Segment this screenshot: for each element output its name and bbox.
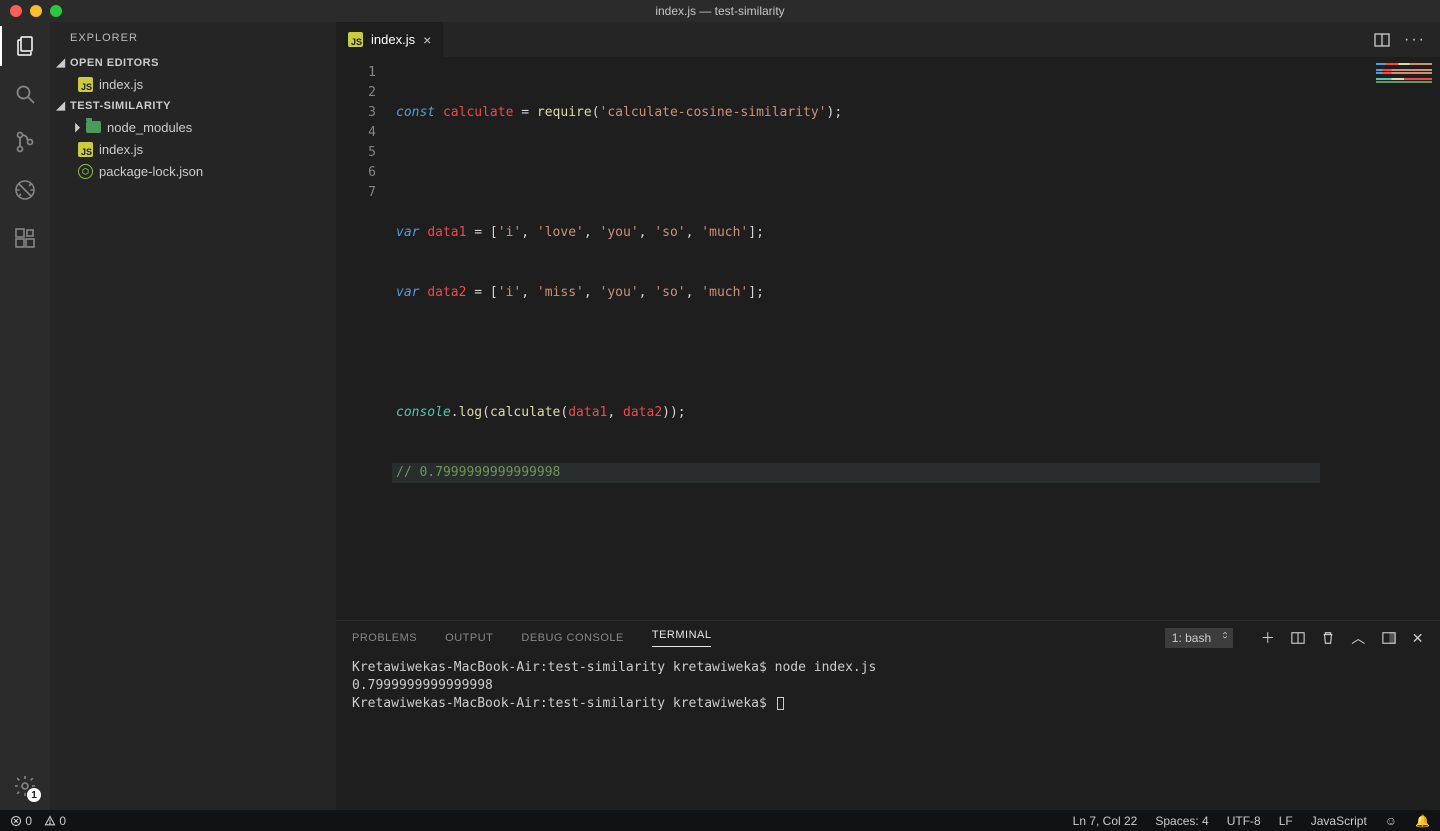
file-label: package-lock.json <box>99 164 203 179</box>
status-eol[interactable]: LF <box>1279 814 1293 828</box>
tab-output[interactable]: OUTPUT <box>445 632 493 644</box>
tree-item-file[interactable]: JS index.js <box>50 138 336 160</box>
kill-terminal-icon[interactable] <box>1321 631 1335 645</box>
file-label: index.js <box>99 77 143 92</box>
sidebar-title: EXPLORER <box>50 22 336 54</box>
tab-debug-console[interactable]: DEBUG CONSOLE <box>521 632 623 644</box>
close-window-icon[interactable] <box>10 5 22 17</box>
chevron-down-icon: ◢ <box>56 56 66 69</box>
notifications-icon[interactable]: 🔔 <box>1415 814 1430 828</box>
js-file-icon: JS <box>78 142 93 157</box>
js-file-icon: JS <box>348 32 363 47</box>
open-editors-label: OPEN EDITORS <box>70 57 159 69</box>
minimap[interactable] <box>1320 57 1440 620</box>
tab-index-js[interactable]: JS index.js × <box>336 22 444 57</box>
tab-problems[interactable]: PROBLEMS <box>352 632 417 644</box>
close-tab-icon[interactable]: × <box>423 32 431 48</box>
split-editor-icon[interactable] <box>1374 32 1390 48</box>
status-language[interactable]: JavaScript <box>1311 814 1367 828</box>
tab-terminal[interactable]: TERMINAL <box>652 629 712 647</box>
settings-gear-icon[interactable]: 1 <box>11 772 39 800</box>
minimize-window-icon[interactable] <box>30 5 42 17</box>
search-icon[interactable] <box>11 80 39 108</box>
file-label: index.js <box>99 142 143 157</box>
activity-bar: 1 <box>0 22 50 810</box>
chevron-down-icon: ◢ <box>56 99 66 112</box>
status-warnings[interactable]: 0 <box>44 814 66 828</box>
extensions-icon[interactable] <box>11 224 39 252</box>
tab-label: index.js <box>371 32 415 47</box>
open-editors-header[interactable]: ◢ OPEN EDITORS <box>50 54 336 71</box>
sidebar: EXPLORER ◢ OPEN EDITORS JS index.js ◢ TE… <box>50 22 336 810</box>
new-terminal-icon[interactable]: ＋ <box>1261 628 1276 648</box>
titlebar: index.js — test-similarity <box>0 0 1440 22</box>
bottom-panel: PROBLEMS OUTPUT DEBUG CONSOLE TERMINAL 1… <box>336 620 1440 810</box>
status-errors[interactable]: 0 <box>10 814 32 828</box>
explorer-icon[interactable] <box>11 32 39 60</box>
status-indent[interactable]: Spaces: 4 <box>1155 814 1208 828</box>
debug-icon[interactable] <box>11 176 39 204</box>
status-encoding[interactable]: UTF-8 <box>1227 814 1261 828</box>
move-panel-icon[interactable] <box>1382 631 1396 645</box>
js-file-icon: JS <box>78 77 93 92</box>
status-cursor-pos[interactable]: Ln 7, Col 22 <box>1073 814 1138 828</box>
folder-label: TEST-SIMILARITY <box>70 100 171 112</box>
window-title: index.js — test-similarity <box>0 4 1440 18</box>
file-label: node_modules <box>107 120 192 135</box>
maximize-panel-icon[interactable]: ︿ <box>1351 628 1366 648</box>
split-terminal-icon[interactable] <box>1291 631 1305 645</box>
editor-tabs: JS index.js × ··· <box>336 22 1440 57</box>
source-control-icon[interactable] <box>11 128 39 156</box>
folder-icon <box>86 121 101 133</box>
traffic-lights <box>0 5 62 17</box>
feedback-icon[interactable]: ☺ <box>1385 814 1397 828</box>
terminal[interactable]: Kretawiwekas-MacBook-Air:test-similarity… <box>336 655 1440 810</box>
close-panel-icon[interactable]: ✕ <box>1412 630 1424 647</box>
chevron-right-icon: ◢ <box>68 120 83 135</box>
terminal-select[interactable]: 1: bash <box>1165 628 1233 648</box>
settings-badge: 1 <box>27 788 41 802</box>
folder-header[interactable]: ◢ TEST-SIMILARITY <box>50 97 336 114</box>
code-area[interactable]: const calculate = require('calculate-cos… <box>392 57 1320 620</box>
tree-item-folder[interactable]: ◢ node_modules <box>50 116 336 138</box>
more-actions-icon[interactable]: ··· <box>1404 31 1426 49</box>
status-bar: 0 0 Ln 7, Col 22 Spaces: 4 UTF-8 LF Java… <box>0 810 1440 831</box>
editor: JS index.js × ··· 1234567 const calculat… <box>336 22 1440 810</box>
terminal-cursor <box>777 697 784 710</box>
tree-item-file[interactable]: ⬡ package-lock.json <box>50 160 336 182</box>
npm-icon: ⬡ <box>78 164 93 179</box>
line-gutter: 1234567 <box>336 57 392 620</box>
open-editor-item[interactable]: JS index.js <box>50 73 336 95</box>
maximize-window-icon[interactable] <box>50 5 62 17</box>
